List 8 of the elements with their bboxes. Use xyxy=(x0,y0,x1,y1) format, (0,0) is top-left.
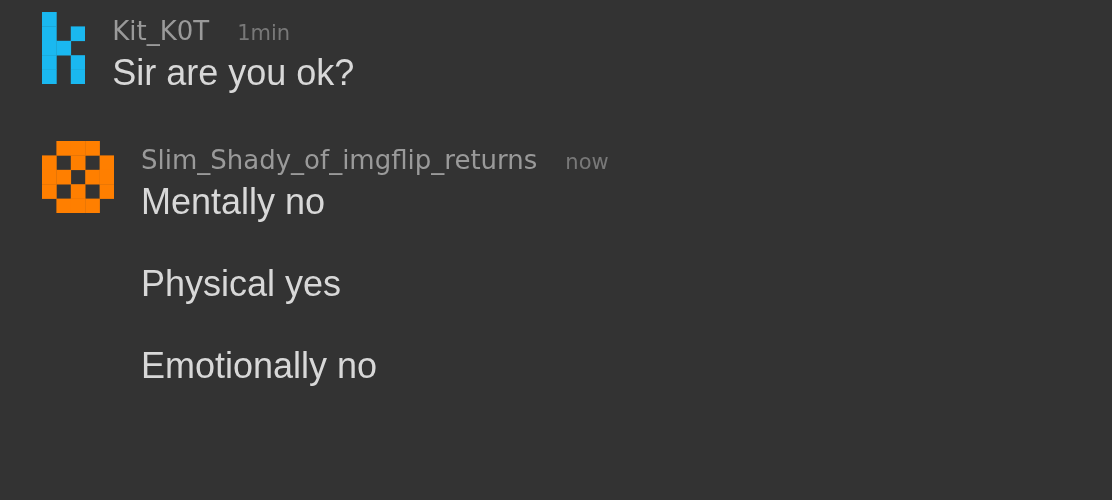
comment-text: Emotionally no xyxy=(141,346,379,386)
timestamp: 1min xyxy=(237,20,291,47)
username[interactable]: Slim_Shady_of_imgflip_returns xyxy=(141,142,538,178)
comment-text: Physical yes xyxy=(141,264,343,304)
username[interactable]: Kit_K0T xyxy=(112,13,210,49)
timestamp: now xyxy=(565,149,609,176)
comment-text: Sir are you ok? xyxy=(112,53,355,93)
comment-text: Mentally no xyxy=(141,182,327,222)
